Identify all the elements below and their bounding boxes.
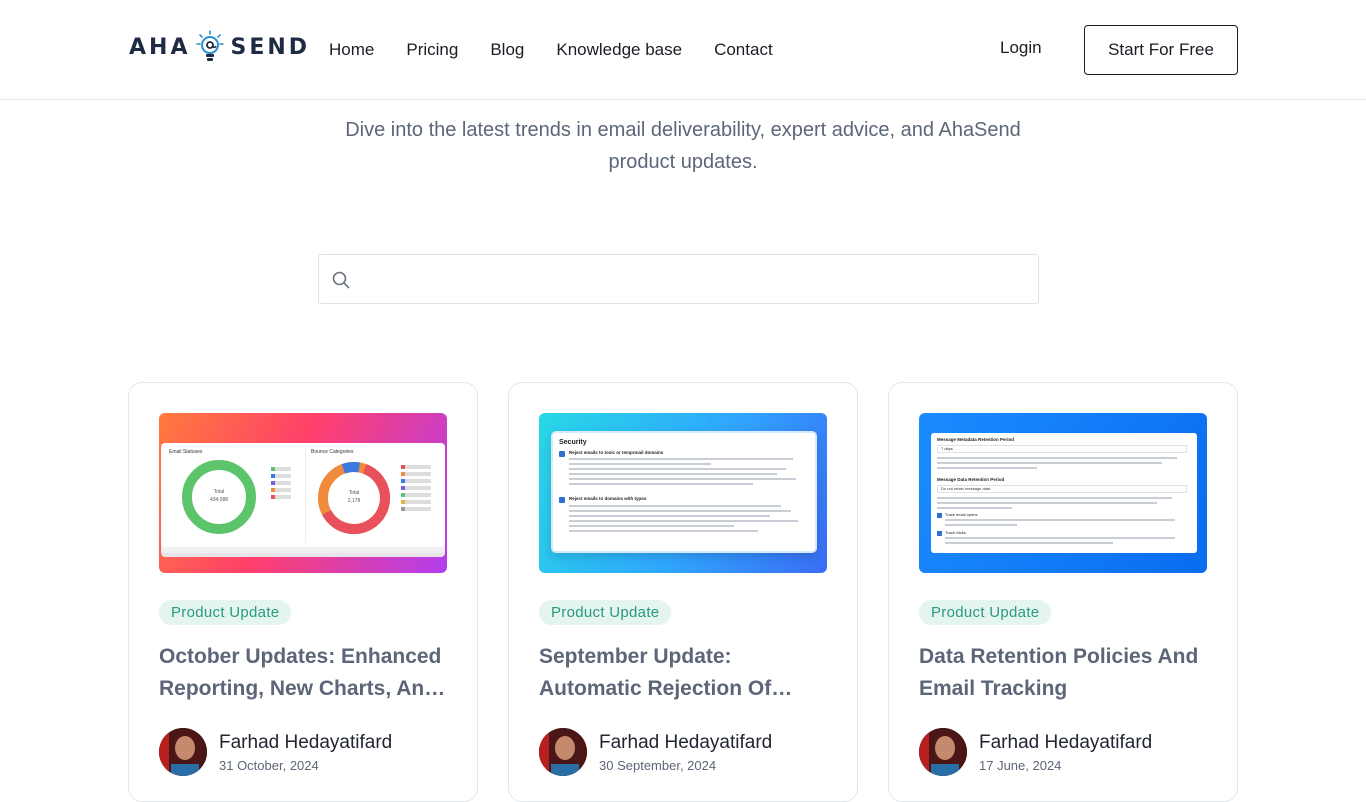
- site-header: AHA SEND Home Pricing Blog Knowledge bas…: [0, 0, 1366, 100]
- post-author: Farhad Hedayatifard 31 October, 2024: [159, 728, 449, 776]
- post-card[interactable]: Security Reject emails to toxic or tempr…: [508, 382, 858, 802]
- post-title[interactable]: October Updates: Enhanced Reporting, New…: [159, 641, 447, 705]
- author-name: Farhad Hedayatifard: [219, 732, 393, 753]
- nav-knowledge-base[interactable]: Knowledge base: [556, 40, 682, 60]
- text-lines: [945, 519, 1185, 526]
- post-author: Farhad Hedayatifard 17 June, 2024: [919, 728, 1209, 776]
- thumbnail-screenshot: Email Statuses Bounce Categories Total 4…: [161, 443, 445, 547]
- text-lines: [945, 537, 1185, 544]
- data-retention-label: Message Data Retention Period: [937, 477, 1005, 482]
- metadata-retention-label: Message Metadata Retention Period: [937, 437, 1015, 442]
- checkbox-icon: [937, 531, 942, 536]
- thumbnail-screenshot: Message Metadata Retention Period 7 days…: [931, 433, 1197, 553]
- logo-text-left: AHA: [129, 34, 191, 60]
- nav-home[interactable]: Home: [329, 40, 374, 60]
- typo-domain-option: Reject emails to domains with typos: [569, 496, 647, 501]
- email-statuses-title: Email Statuses: [169, 449, 203, 455]
- ahasend-logo[interactable]: AHA SEND: [129, 30, 310, 64]
- search-box[interactable]: [318, 254, 1039, 304]
- post-date: 30 September, 2024: [599, 758, 717, 773]
- checkbox-icon: [937, 513, 942, 518]
- nav-contact[interactable]: Contact: [714, 40, 773, 60]
- post-title[interactable]: Data Retention Policies And Email Tracki…: [919, 641, 1207, 705]
- logo-text-right: SEND: [230, 34, 311, 60]
- retention-select: 7 days: [937, 445, 1187, 453]
- login-link[interactable]: Login: [1000, 38, 1042, 58]
- post-thumbnail[interactable]: Message Metadata Retention Period 7 days…: [919, 413, 1207, 573]
- security-heading: Security: [559, 439, 587, 446]
- retention-select: Do not retain message data: [937, 485, 1187, 493]
- start-for-free-button[interactable]: Start For Free: [1084, 25, 1238, 75]
- author-avatar: [539, 728, 587, 776]
- main-nav: Home Pricing Blog Knowledge base Contact: [329, 38, 773, 62]
- lightbulb-at-icon: [196, 30, 225, 61]
- nav-blog[interactable]: Blog: [490, 40, 524, 60]
- category-badge[interactable]: Product Update: [919, 600, 1052, 625]
- post-card[interactable]: Message Metadata Retention Period 7 days…: [888, 382, 1238, 802]
- track-opens-option: Track email opens: [945, 512, 978, 517]
- thumbnail-screenshot: Security Reject emails to toxic or tempr…: [551, 431, 817, 553]
- text-lines: [569, 458, 805, 485]
- checkbox-icon: [559, 451, 565, 457]
- category-badge[interactable]: Product Update: [539, 600, 672, 625]
- author-name: Farhad Hedayatifard: [979, 732, 1153, 753]
- text-lines: [937, 497, 1187, 509]
- bounce-categories-title: Bounce Categories: [311, 449, 354, 455]
- post-date: 17 June, 2024: [979, 758, 1062, 773]
- donut-legend: [401, 465, 437, 511]
- toxic-domain-option: Reject emails to toxic or temprmail doma…: [569, 450, 664, 455]
- post-date: 31 October, 2024: [219, 758, 319, 773]
- post-title[interactable]: September Update: Automatic Rejection Of…: [539, 641, 827, 705]
- post-thumbnail[interactable]: Email Statuses Bounce Categories Total 4…: [159, 413, 447, 573]
- donut-legend: [271, 467, 299, 499]
- author-avatar: [159, 728, 207, 776]
- search-input[interactable]: [365, 255, 1025, 303]
- text-lines: [569, 505, 805, 532]
- checkbox-icon: [559, 497, 565, 503]
- blog-intro-text: Dive into the latest trends in email del…: [345, 119, 1021, 173]
- post-thumbnail[interactable]: Security Reject emails to toxic or tempr…: [539, 413, 827, 573]
- post-card[interactable]: Email Statuses Bounce Categories Total 4…: [128, 382, 478, 802]
- track-clicks-option: Track clicks: [945, 530, 966, 535]
- post-author: Farhad Hedayatifard 30 September, 2024: [539, 728, 829, 776]
- author-name: Farhad Hedayatifard: [599, 732, 773, 753]
- category-badge[interactable]: Product Update: [159, 600, 292, 625]
- search-icon: [332, 271, 350, 289]
- nav-pricing[interactable]: Pricing: [406, 40, 458, 60]
- text-lines: [937, 457, 1187, 469]
- author-avatar: [919, 728, 967, 776]
